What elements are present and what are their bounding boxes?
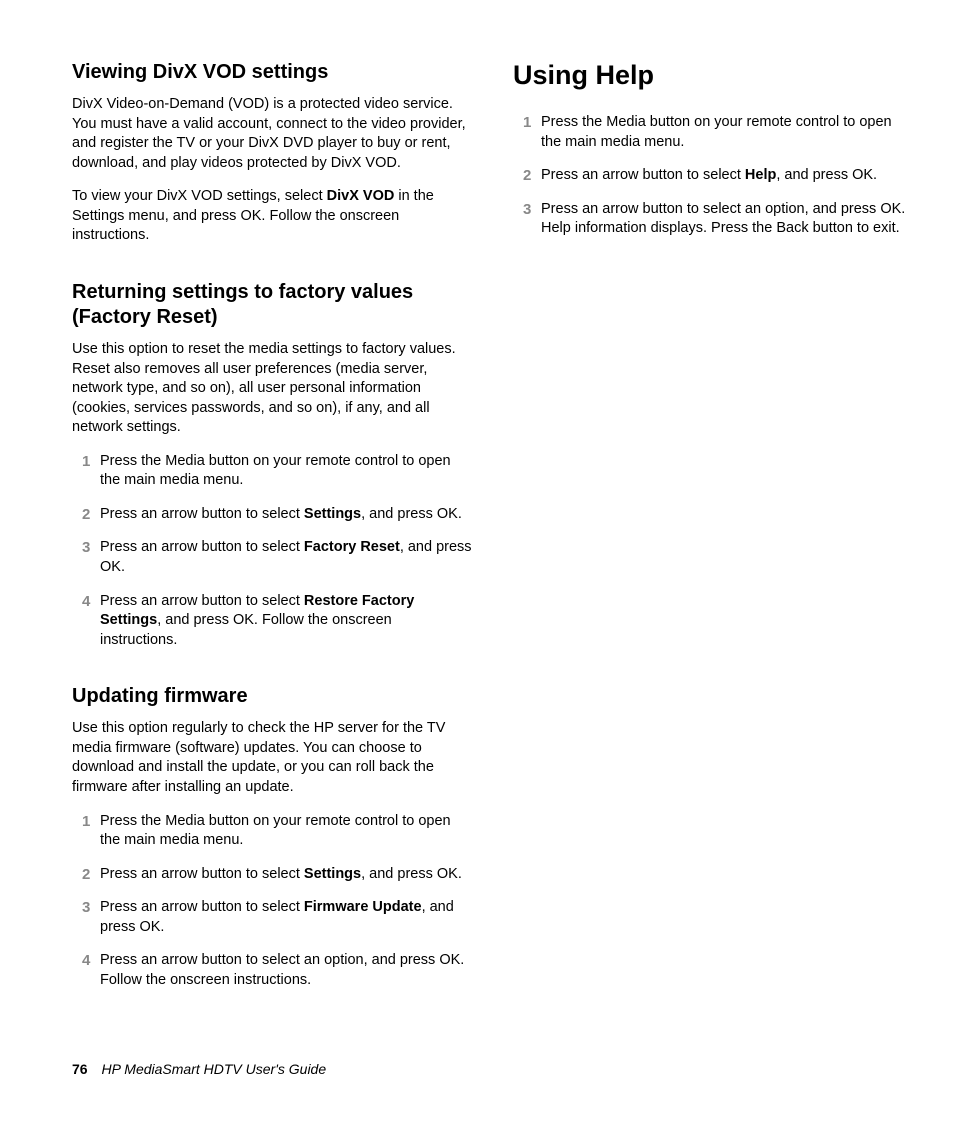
step-number: 2 — [82, 865, 90, 885]
step-text: Press the Media button on your remote co… — [100, 453, 451, 489]
text: Press an arrow button to select — [100, 593, 304, 609]
list-item: 2 Press an arrow button to select Settin… — [100, 505, 473, 525]
text: Press an arrow button to select — [100, 506, 304, 522]
heading-updating-firmware: Updating firmware — [72, 684, 473, 709]
step-number: 3 — [523, 200, 531, 220]
paragraph: Use this option to reset the media setti… — [72, 340, 473, 438]
right-column: Using Help 1 Press the Media button on y… — [513, 60, 914, 1004]
step-number: 4 — [82, 592, 90, 612]
heading-using-help: Using Help — [513, 60, 914, 91]
paragraph: DivX Video-on-Demand (VOD) is a protecte… — [72, 95, 473, 173]
step-number: 3 — [82, 898, 90, 918]
ordered-list: 1 Press the Media button on your remote … — [513, 113, 914, 239]
step-number: 1 — [82, 452, 90, 472]
paragraph: To view your DivX VOD settings, select D… — [72, 187, 473, 246]
step-text: Press the Media button on your remote co… — [100, 813, 451, 849]
text: To view your DivX VOD settings, select — [72, 188, 327, 204]
text: , and press OK. — [776, 167, 877, 183]
bold-text: Factory Reset — [304, 539, 400, 555]
list-item: 4 Press an arrow button to select an opt… — [100, 951, 473, 990]
list-item: 4 Press an arrow button to select Restor… — [100, 592, 473, 651]
page-footer: 76 HP MediaSmart HDTV User's Guide — [72, 1061, 326, 1077]
bold-text: Settings — [304, 866, 361, 882]
step-number: 3 — [82, 538, 90, 558]
text: , and press OK. — [361, 506, 462, 522]
page-number: 76 — [72, 1061, 88, 1077]
text: Press an arrow button to select — [100, 899, 304, 915]
paragraph: Use this option regularly to check the H… — [72, 719, 473, 797]
bold-text: DivX VOD — [327, 188, 395, 204]
heading-factory-reset: Returning settings to factory values (Fa… — [72, 280, 473, 330]
text: Press an arrow button to select — [100, 866, 304, 882]
ordered-list: 1 Press the Media button on your remote … — [72, 452, 473, 651]
left-column: Viewing DivX VOD settings DivX Video-on-… — [72, 60, 473, 1004]
step-number: 4 — [82, 951, 90, 971]
page-body: Viewing DivX VOD settings DivX Video-on-… — [0, 0, 954, 1004]
list-item: 1 Press the Media button on your remote … — [100, 812, 473, 851]
bold-text: Settings — [304, 506, 361, 522]
bold-text: Firmware Update — [304, 899, 422, 915]
text: Press an arrow button to select — [541, 167, 745, 183]
step-number: 1 — [523, 113, 531, 133]
step-text: Press the Media button on your remote co… — [541, 114, 892, 150]
list-item: 3 Press an arrow button to select an opt… — [541, 200, 914, 239]
list-item: 1 Press the Media button on your remote … — [541, 113, 914, 152]
step-text: Press an arrow button to select an optio… — [100, 952, 464, 988]
list-item: 3 Press an arrow button to select Factor… — [100, 538, 473, 577]
document-title: HP MediaSmart HDTV User's Guide — [101, 1061, 326, 1077]
list-item: 2 Press an arrow button to select Settin… — [100, 865, 473, 885]
heading-divx-vod: Viewing DivX VOD settings — [72, 60, 473, 85]
list-item: 2 Press an arrow button to select Help, … — [541, 166, 914, 186]
list-item: 1 Press the Media button on your remote … — [100, 452, 473, 491]
step-number: 1 — [82, 812, 90, 832]
text: , and press OK. — [361, 866, 462, 882]
ordered-list: 1 Press the Media button on your remote … — [72, 812, 473, 991]
text: Press an arrow button to select — [100, 539, 304, 555]
step-number: 2 — [523, 166, 531, 186]
step-number: 2 — [82, 505, 90, 525]
list-item: 3 Press an arrow button to select Firmwa… — [100, 898, 473, 937]
step-text: Press an arrow button to select an optio… — [541, 201, 905, 237]
bold-text: Help — [745, 167, 776, 183]
